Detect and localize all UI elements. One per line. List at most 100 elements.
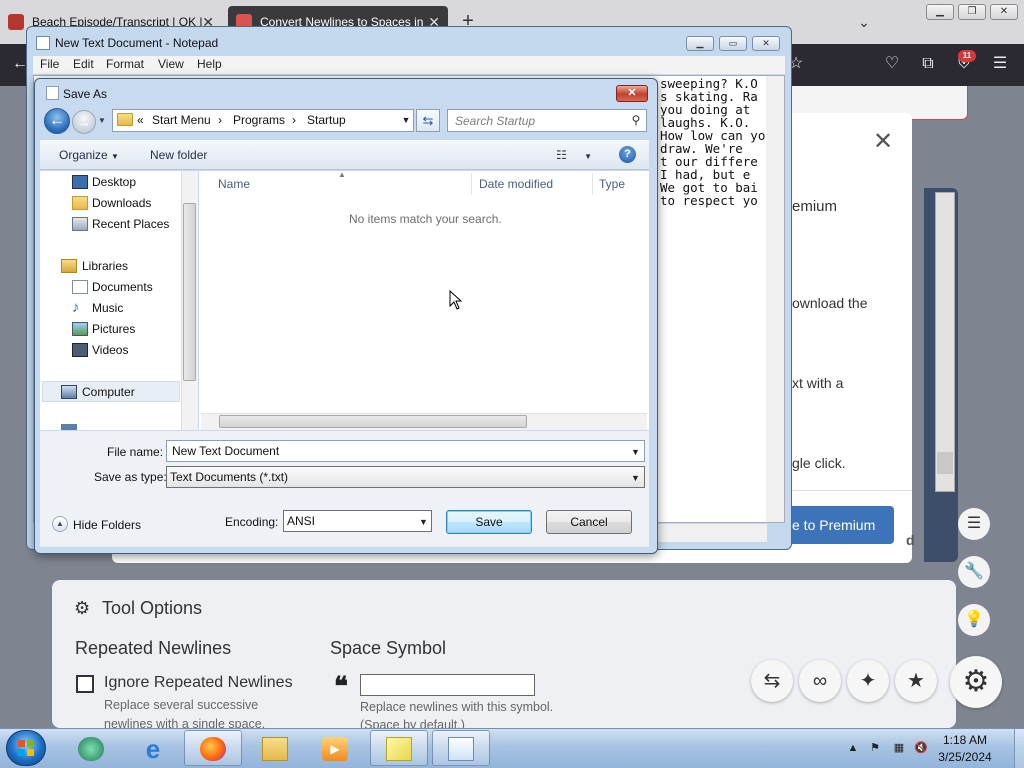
cancel-button[interactable]: Cancel — [546, 510, 632, 534]
chevron-down-icon[interactable]: ▼ — [631, 473, 640, 483]
star-icon[interactable]: ★ — [895, 660, 937, 702]
close-icon[interactable]: ✕ — [870, 130, 896, 156]
nav-item-libraries[interactable]: Libraries — [82, 259, 128, 273]
show-desktop-button[interactable] — [1014, 729, 1024, 768]
new-folder-button[interactable]: New folder — [150, 148, 207, 162]
twitter-icon[interactable]: ✦ — [847, 660, 889, 702]
save-button[interactable]: Save — [446, 510, 532, 534]
breadcrumb-startup[interactable]: Startup — [307, 113, 346, 127]
nav-item-videos[interactable]: Videos — [92, 343, 128, 357]
hide-folders-button[interactable]: Hide Folders — [73, 518, 141, 532]
ignore-repeated-newlines-checkbox[interactable] — [76, 675, 94, 693]
chevron-up-icon[interactable]: ▲ — [52, 516, 68, 532]
pictures-icon — [72, 322, 88, 336]
chevron-down-icon[interactable]: ⌄ — [852, 10, 876, 34]
settings-gear-button[interactable]: ⚙ — [950, 656, 1002, 708]
list-icon[interactable]: ☰ — [958, 508, 990, 540]
forward-button[interactable]: → — [72, 110, 96, 134]
tool-options-title: Tool Options — [102, 598, 203, 618]
go-premium-button[interactable]: e to Premium — [778, 506, 894, 544]
space-symbol-input[interactable] — [360, 674, 535, 696]
search-placeholder: Search Startup — [455, 114, 536, 128]
mouse-cursor-icon — [449, 290, 463, 310]
back-button[interactable]: ← — [44, 108, 70, 134]
menu-file[interactable]: File — [40, 57, 59, 71]
recent-locations-dropdown[interactable]: ▼ — [98, 116, 108, 126]
nav-item-pictures[interactable]: Pictures — [92, 322, 135, 336]
chevron-down-icon[interactable]: ▼ — [419, 517, 428, 527]
nav-item-desktop[interactable]: Desktop — [92, 175, 136, 189]
sticky-notes-icon — [386, 737, 412, 761]
column-separator[interactable] — [592, 173, 593, 195]
media-player-icon: ▶ — [322, 737, 348, 761]
volume-muted-icon[interactable]: 🔇 — [914, 742, 928, 754]
breadcrumb-programs[interactable]: Programs — [233, 113, 285, 127]
scrollbar-thumb[interactable] — [937, 452, 953, 474]
save-as-type-value[interactable]: Text Documents (*.txt) — [170, 470, 288, 484]
search-icon[interactable]: ⚲ — [628, 112, 644, 128]
organize-button[interactable]: Organize ▼ — [59, 148, 119, 162]
menu-view[interactable]: View — [158, 57, 184, 71]
close-browser-button[interactable]: ✕ — [990, 4, 1018, 20]
text-line: to respect yo — [660, 193, 758, 208]
nav-item-music[interactable]: Music — [92, 301, 123, 315]
extensions-icon[interactable]: ⧉ — [916, 52, 940, 76]
menu-help[interactable]: Help — [197, 57, 222, 71]
nav-item-downloads[interactable]: Downloads — [92, 196, 151, 210]
pocket-icon[interactable]: ♡ — [880, 52, 904, 76]
horizontal-scrollbar[interactable] — [657, 524, 767, 542]
modal-heading-fragment: emium — [792, 198, 838, 215]
menu-hamburger-icon[interactable]: ☰ — [988, 52, 1012, 76]
notepad-menubar — [33, 56, 785, 74]
flag-icon[interactable]: ⚑ — [868, 742, 882, 754]
space-symbol-heading: Space Symbol — [330, 638, 447, 658]
ignore-repeated-newlines-label[interactable]: Ignore Repeated Newlines — [104, 674, 293, 692]
network-icon[interactable]: ▦ — [892, 742, 906, 754]
wrench-icon[interactable]: 🔧 — [958, 556, 990, 588]
close-dialog-button[interactable]: ✕ — [616, 85, 648, 102]
chevron-down-icon[interactable]: ▼ — [631, 447, 640, 457]
file-name-label: File name: — [107, 445, 164, 459]
column-header-name[interactable]: Name — [218, 177, 250, 191]
clock-time[interactable]: 1:18 AM — [930, 733, 1000, 747]
show-hidden-icons-icon[interactable]: ▲ — [846, 742, 860, 754]
folder-icon — [262, 737, 288, 761]
minimize-browser-button[interactable]: ▁ — [926, 4, 954, 20]
link-icon[interactable]: ∞ — [799, 660, 841, 702]
close-button[interactable]: ✕ — [752, 36, 780, 51]
repeated-newlines-heading: Repeated Newlines — [75, 638, 232, 658]
clock-date[interactable]: 3/25/2024 — [930, 750, 1000, 764]
chevron-down-icon[interactable]: ▼ — [400, 114, 412, 126]
breadcrumb-overflow[interactable]: « — [137, 113, 144, 127]
minimize-button[interactable]: ▁ — [686, 36, 714, 51]
lightbulb-icon[interactable]: 💡 — [958, 604, 990, 636]
horizontal-scrollbar-thumb[interactable] — [219, 415, 527, 428]
network-icon — [61, 424, 77, 430]
column-header-type[interactable]: Type — [599, 177, 625, 191]
restore-browser-button[interactable]: ❐ — [958, 4, 986, 20]
modal-text-fragment: ownload the — [792, 295, 868, 311]
breadcrumb-start-menu[interactable]: Start Menu — [152, 113, 211, 127]
vertical-scrollbar[interactable] — [766, 76, 784, 522]
column-header-date-modified[interactable]: Date modified — [479, 177, 553, 191]
nav-item-computer[interactable]: Computer — [82, 385, 135, 399]
scrollbar[interactable] — [935, 192, 955, 492]
chevron-right-icon[interactable]: › — [218, 113, 222, 127]
nav-scrollbar-thumb[interactable] — [183, 203, 196, 381]
maximize-button[interactable]: ▭ — [719, 36, 747, 51]
menu-format[interactable]: Format — [106, 57, 144, 71]
encoding-value[interactable]: ANSI — [287, 514, 315, 528]
nav-item-documents[interactable]: Documents — [92, 280, 153, 294]
refresh-button[interactable]: ⇆ — [416, 109, 440, 132]
column-separator[interactable] — [471, 173, 472, 195]
swap-arrows-icon[interactable]: ⇆ — [751, 660, 793, 702]
file-list[interactable] — [199, 171, 649, 430]
chevron-down-icon: ▼ — [584, 152, 593, 161]
chevron-right-icon[interactable]: › — [292, 113, 296, 127]
file-name-value[interactable]: New Text Document — [172, 444, 279, 458]
empty-list-message: No items match your search. — [349, 212, 502, 226]
menu-edit[interactable]: Edit — [73, 57, 94, 71]
change-view-button[interactable]: ☷ ▼ — [556, 146, 596, 164]
help-button[interactable]: ? — [619, 146, 636, 163]
nav-item-recent-places[interactable]: Recent Places — [92, 217, 169, 231]
